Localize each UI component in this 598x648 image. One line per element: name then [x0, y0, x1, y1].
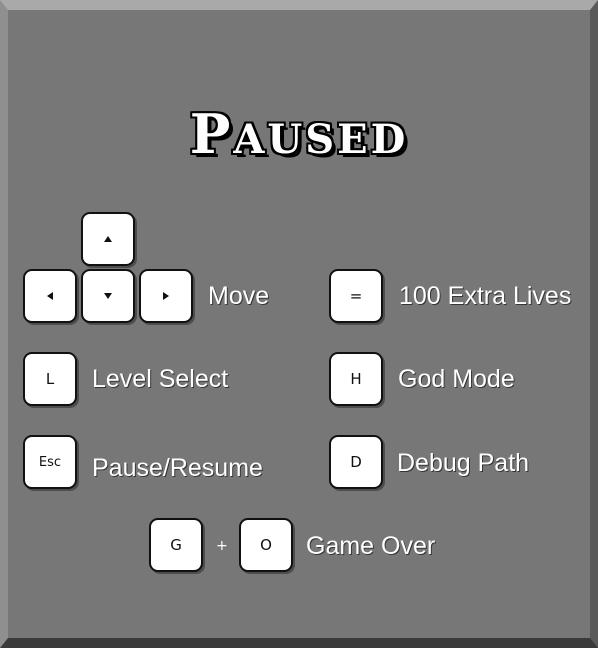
down-arrow-icon — [104, 293, 112, 299]
game-over-label: Game Over — [306, 532, 436, 560]
h-key: H — [329, 352, 383, 406]
pause-title-rest: AUSED — [233, 116, 409, 163]
o-key: O — [239, 518, 293, 572]
pause-resume-label: Pause/Resume — [92, 454, 263, 482]
equals-key: = — [329, 269, 383, 323]
down-arrow-key — [81, 269, 135, 323]
up-arrow-icon — [104, 236, 112, 242]
plus-sign: + — [216, 538, 228, 554]
g-key: G — [149, 518, 203, 572]
d-key: D — [329, 435, 383, 489]
right-arrow-icon — [163, 292, 169, 300]
level-select-label: Level Select — [92, 365, 229, 393]
left-arrow-icon — [47, 292, 53, 300]
debug-path-label: Debug Path — [397, 449, 530, 477]
pause-title-initial: P — [189, 102, 234, 166]
god-mode-label: God Mode — [398, 365, 515, 393]
pause-title: PAUSED — [0, 102, 598, 166]
up-arrow-key — [81, 212, 135, 266]
pause-title-text: PAUSED — [190, 102, 409, 166]
extra-lives-label: 100 Extra Lives — [399, 282, 572, 310]
move-label: Move — [208, 282, 270, 310]
l-key: L — [23, 352, 77, 406]
right-arrow-key — [139, 269, 193, 323]
esc-key: Esc — [23, 435, 77, 489]
left-arrow-key — [23, 269, 77, 323]
pause-panel — [0, 0, 598, 648]
